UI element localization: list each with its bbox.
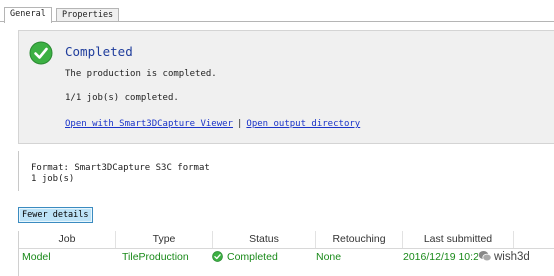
table-row[interactable]: Model TileProduction Completed None 2016… <box>19 249 554 266</box>
column-header-type[interactable]: Type <box>116 231 213 248</box>
status-title: Completed <box>65 44 133 59</box>
cell-job: Model <box>22 251 51 263</box>
status-panel: Completed The production is completed. 1… <box>18 30 554 144</box>
tab-bar: General Properties <box>0 7 554 23</box>
open-output-directory-link[interactable]: Open output directory <box>246 119 360 129</box>
job-count-text: 1 job(s) <box>31 174 75 184</box>
column-header-last-submitted[interactable]: Last submitted <box>403 231 514 248</box>
action-links: Open with Smart3DCapture Viewer | Open out… <box>65 119 360 129</box>
wechat-logo-icon <box>478 251 492 262</box>
link-separator: | <box>236 119 243 129</box>
jobs-table: Job Type Status Retouching Last submitte… <box>18 231 554 276</box>
format-info: Format: Smart3DCapture S3C format 1 job(… <box>18 151 554 191</box>
column-header-status[interactable]: Status <box>213 231 316 248</box>
cell-retouching: None <box>316 251 342 263</box>
cell-last-submitted: 2016/12/19 10:2 <box>403 251 479 263</box>
fewer-details-button[interactable]: Fewer details <box>18 207 93 223</box>
table-header: Job Type Status Retouching Last submitte… <box>19 231 554 249</box>
success-check-icon <box>29 41 53 65</box>
column-header-retouching[interactable]: Retouching <box>316 231 403 248</box>
column-header-job[interactable]: Job <box>19 231 116 248</box>
status-message: The production is completed. <box>65 69 217 79</box>
watermark-text: wish3d <box>494 251 530 263</box>
open-viewer-link[interactable]: Open with Smart3DCapture Viewer <box>65 119 233 129</box>
completed-status-icon <box>212 251 223 262</box>
jobs-completed-text: 1/1 job(s) completed. <box>65 93 179 103</box>
cell-status: Completed <box>212 249 278 266</box>
tab-properties[interactable]: Properties <box>56 8 120 22</box>
tab-general[interactable]: General <box>4 7 52 23</box>
cell-type: TileProduction <box>122 251 189 263</box>
watermark: wish3d <box>478 249 534 265</box>
format-text: Format: Smart3DCapture S3C format <box>31 163 210 173</box>
status-label: Completed <box>227 251 278 263</box>
